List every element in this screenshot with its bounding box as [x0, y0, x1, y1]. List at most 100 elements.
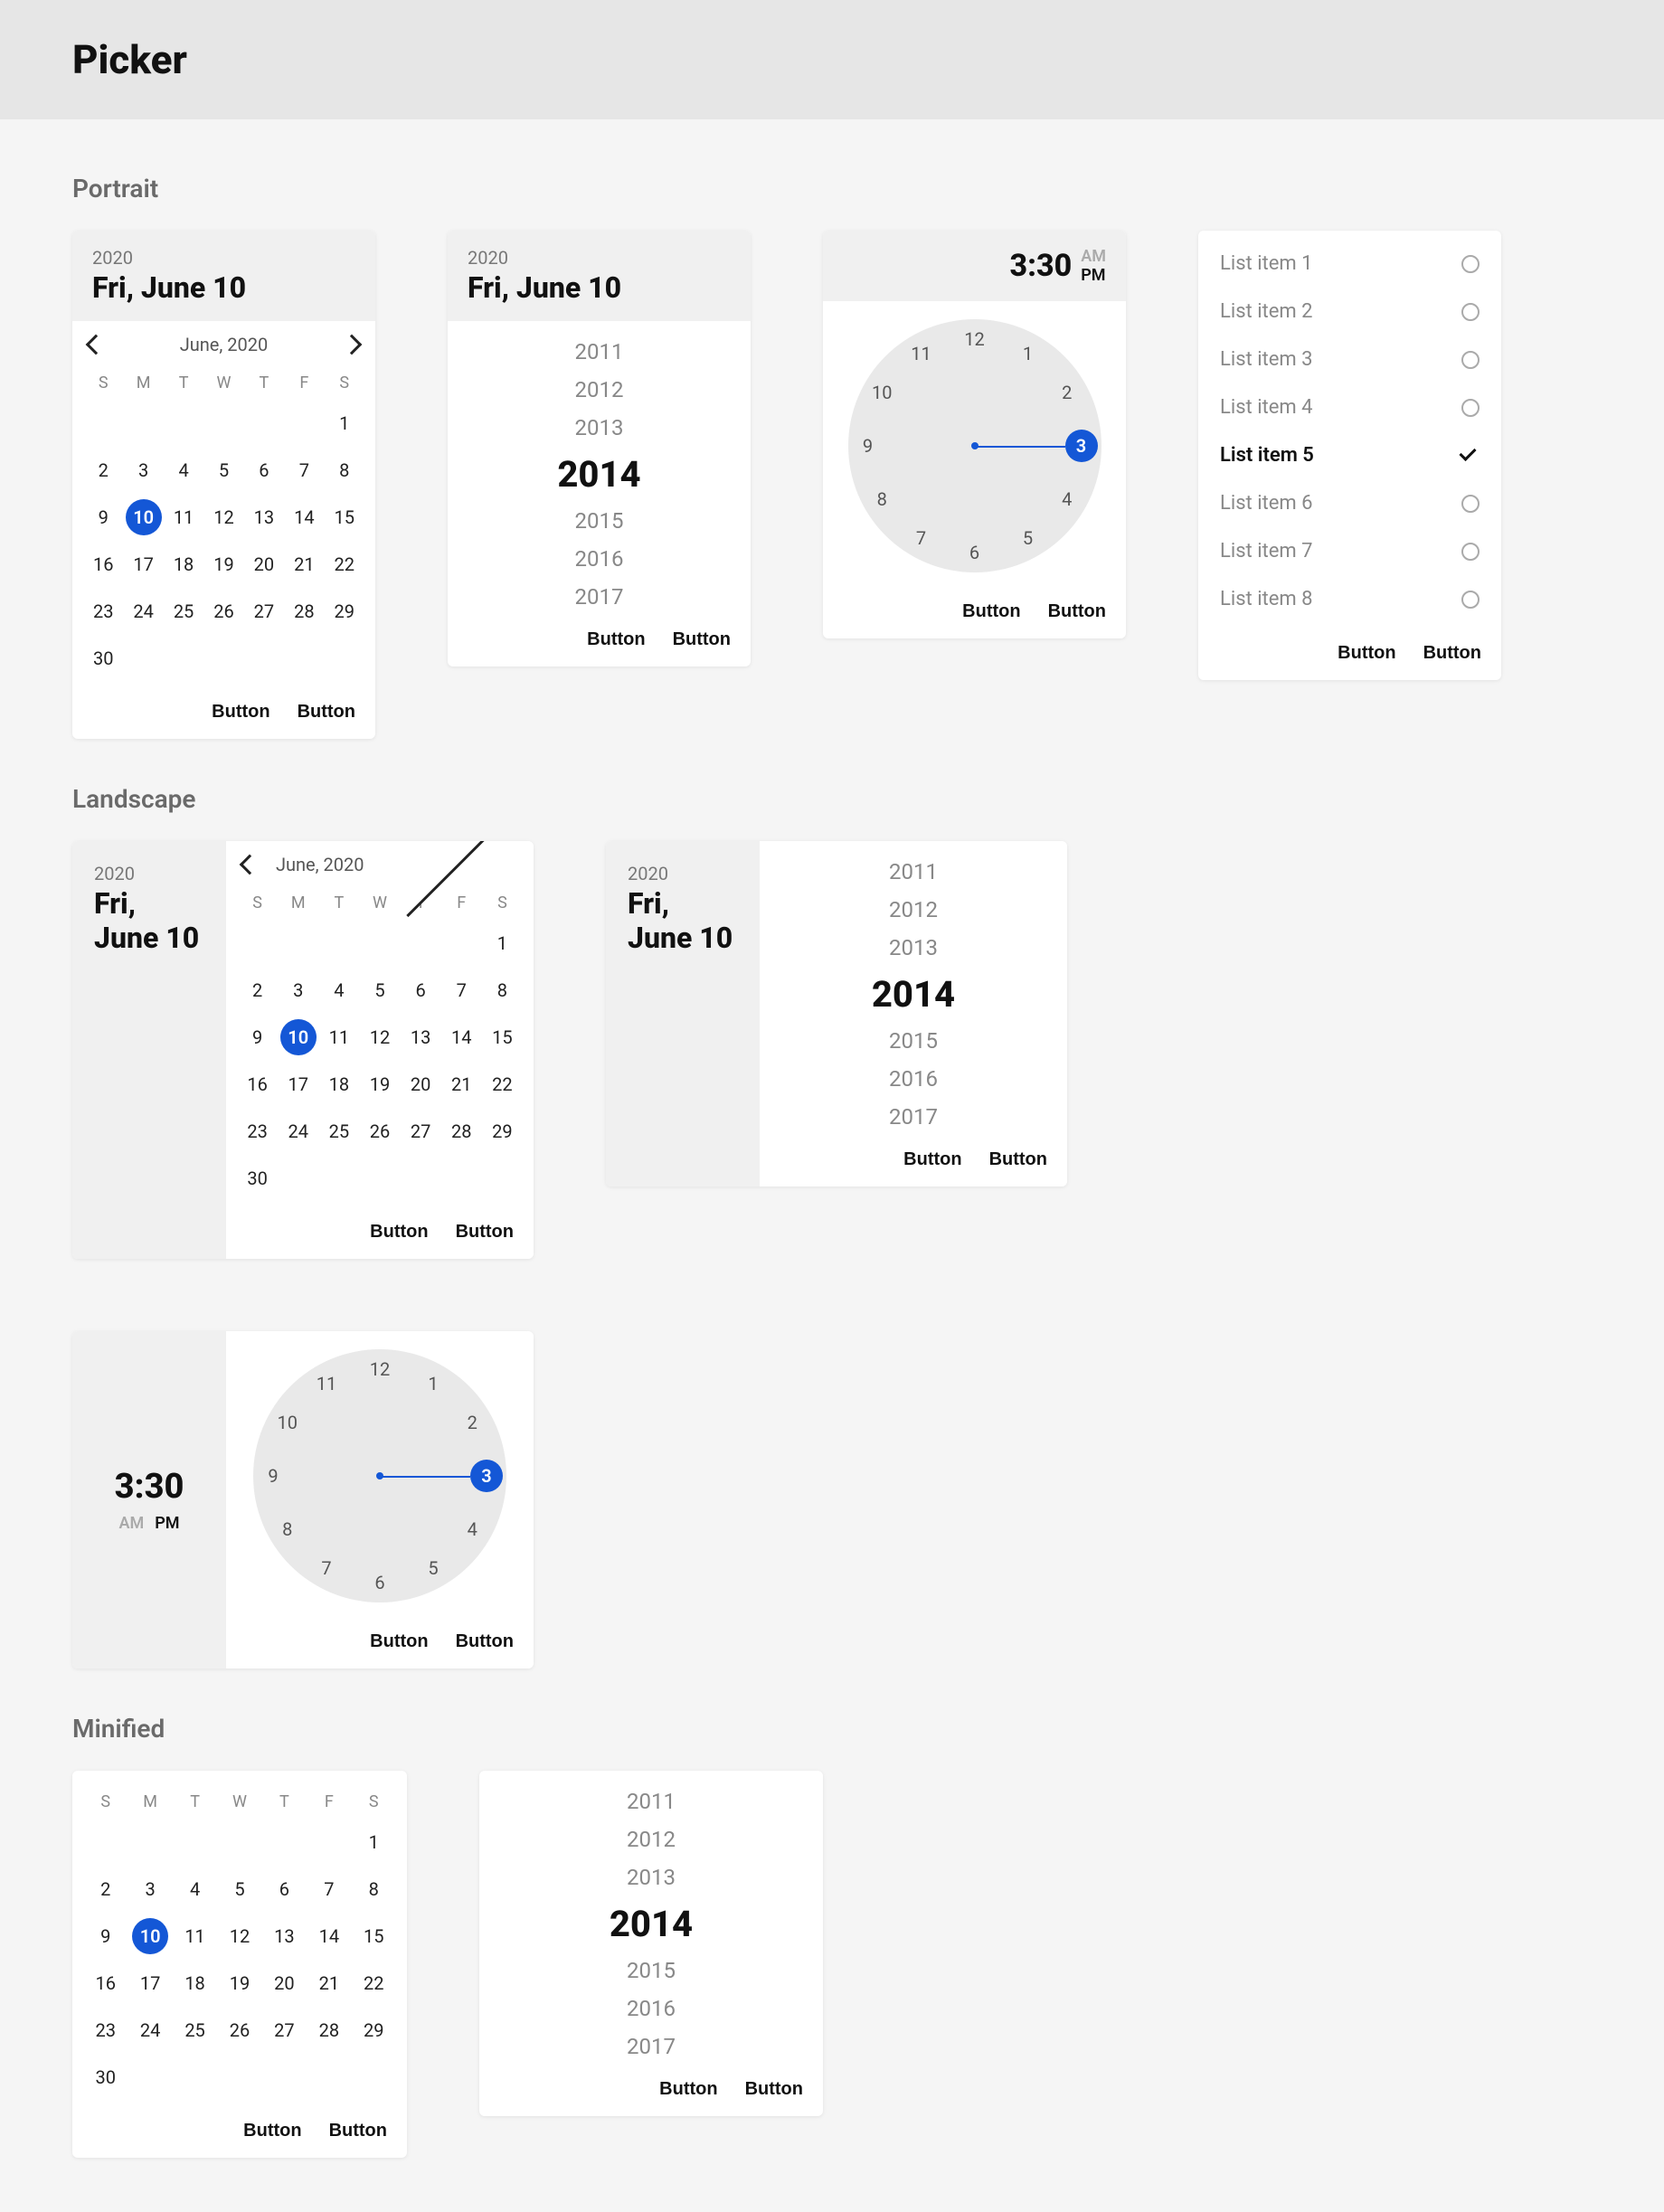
- day-cell[interactable]: 29: [352, 2007, 396, 2054]
- day-cell[interactable]: 7: [284, 447, 324, 494]
- year-option[interactable]: 2012: [627, 1827, 676, 1852]
- clock-time[interactable]: 3:30: [1010, 248, 1073, 284]
- day-cell[interactable]: 14: [307, 1913, 351, 1960]
- day-cell[interactable]: 6: [401, 967, 441, 1014]
- day-cell[interactable]: 1: [482, 920, 523, 967]
- clock-hour[interactable]: 7: [313, 1555, 340, 1582]
- day-cell[interactable]: 1: [352, 1819, 396, 1866]
- day-cell[interactable]: 14: [284, 494, 324, 541]
- footer-button-1[interactable]: Button: [962, 601, 1020, 622]
- day-cell[interactable]: 28: [307, 2007, 351, 2054]
- day-cell[interactable]: 24: [123, 588, 163, 635]
- day-cell[interactable]: 5: [217, 1866, 261, 1913]
- day-cell[interactable]: 24: [128, 2007, 172, 2054]
- day-cell[interactable]: 10: [132, 1918, 168, 1954]
- day-cell[interactable]: 30: [83, 635, 123, 682]
- list-item[interactable]: List item 5: [1198, 431, 1501, 479]
- day-cell[interactable]: 27: [262, 2007, 307, 2054]
- day-cell[interactable]: 22: [325, 541, 364, 588]
- day-cell[interactable]: 29: [325, 588, 364, 635]
- footer-button-1[interactable]: Button: [370, 1222, 428, 1243]
- footer-button-2[interactable]: Button: [673, 629, 731, 650]
- day-cell[interactable]: 24: [278, 1108, 318, 1155]
- day-cell[interactable]: 28: [284, 588, 324, 635]
- clock-hour[interactable]: 4: [1054, 486, 1081, 513]
- day-cell[interactable]: 12: [217, 1913, 261, 1960]
- day-cell[interactable]: 5: [203, 447, 243, 494]
- footer-button-2[interactable]: Button: [329, 2121, 387, 2141]
- list-item[interactable]: List item 3: [1198, 336, 1501, 383]
- header-year[interactable]: 2020: [468, 247, 731, 269]
- year-option[interactable]: 2017: [627, 2034, 676, 2059]
- day-cell[interactable]: 4: [173, 1866, 217, 1913]
- day-cell[interactable]: 12: [203, 494, 243, 541]
- day-cell[interactable]: 26: [217, 2007, 261, 2054]
- day-cell[interactable]: 6: [262, 1866, 307, 1913]
- clock-hour[interactable]: 8: [868, 486, 895, 513]
- year-option[interactable]: 2015: [575, 508, 624, 534]
- am-option[interactable]: AM: [1081, 247, 1106, 266]
- year-option[interactable]: 2016: [575, 546, 624, 572]
- day-cell[interactable]: 18: [173, 1960, 217, 2007]
- clock-hour[interactable]: 8: [274, 1516, 301, 1543]
- day-cell[interactable]: 26: [203, 588, 243, 635]
- day-cell[interactable]: 11: [173, 1913, 217, 1960]
- footer-button-2[interactable]: Button: [745, 2079, 803, 2100]
- header-date[interactable]: Fri, June 10: [628, 886, 738, 955]
- year-option[interactable]: 2014: [872, 973, 955, 1016]
- day-cell[interactable]: 8: [352, 1866, 396, 1913]
- clock-hour[interactable]: 6: [366, 1569, 393, 1596]
- day-cell[interactable]: 2: [83, 447, 123, 494]
- pm-option[interactable]: PM: [1081, 266, 1106, 285]
- day-cell[interactable]: 12: [359, 1014, 400, 1061]
- day-cell[interactable]: 17: [128, 1960, 172, 2007]
- day-cell[interactable]: 23: [83, 588, 123, 635]
- day-cell[interactable]: 9: [83, 1913, 128, 1960]
- day-cell[interactable]: 20: [244, 541, 284, 588]
- footer-button-1[interactable]: Button: [587, 629, 645, 650]
- footer-button-2[interactable]: Button: [1048, 601, 1106, 622]
- header-date[interactable]: Fri, June 10: [94, 886, 204, 955]
- day-cell[interactable]: 30: [83, 2054, 128, 2101]
- clock-hour[interactable]: 11: [313, 1370, 340, 1397]
- day-cell[interactable]: 6: [244, 447, 284, 494]
- footer-button-1[interactable]: Button: [1338, 643, 1395, 664]
- day-cell[interactable]: 18: [164, 541, 203, 588]
- day-cell[interactable]: 11: [318, 1014, 359, 1061]
- day-cell[interactable]: 21: [441, 1061, 482, 1108]
- day-cell[interactable]: 15: [482, 1014, 523, 1061]
- header-date[interactable]: Fri, June 10: [468, 270, 731, 305]
- day-cell[interactable]: 2: [237, 967, 278, 1014]
- day-cell[interactable]: 11: [164, 494, 203, 541]
- day-cell[interactable]: 16: [237, 1061, 278, 1108]
- am-option[interactable]: AM: [118, 1514, 144, 1533]
- day-cell[interactable]: 15: [352, 1913, 396, 1960]
- day-cell[interactable]: 10: [280, 1019, 317, 1055]
- clock-hour[interactable]: 12: [366, 1356, 393, 1383]
- clock-hour[interactable]: 12: [961, 326, 988, 353]
- year-option[interactable]: 2013: [575, 415, 624, 440]
- day-cell[interactable]: 3: [123, 447, 163, 494]
- day-cell[interactable]: 23: [237, 1108, 278, 1155]
- day-cell[interactable]: 13: [244, 494, 284, 541]
- year-option[interactable]: 2015: [627, 1958, 676, 1983]
- footer-button-1[interactable]: Button: [370, 1631, 428, 1652]
- year-option[interactable]: 2014: [557, 453, 640, 496]
- header-year[interactable]: 2020: [92, 247, 355, 269]
- year-option[interactable]: 2011: [889, 859, 938, 884]
- day-cell[interactable]: 10: [126, 499, 162, 535]
- day-cell[interactable]: 28: [441, 1108, 482, 1155]
- day-cell[interactable]: 7: [307, 1866, 351, 1913]
- clock-hour[interactable]: 9: [855, 432, 882, 459]
- day-cell[interactable]: 14: [441, 1014, 482, 1061]
- clock-hour[interactable]: 10: [868, 379, 895, 406]
- list-item[interactable]: List item 4: [1198, 383, 1501, 431]
- year-option[interactable]: 2017: [889, 1104, 938, 1130]
- clock-hour[interactable]: 3: [1065, 430, 1098, 462]
- header-year[interactable]: 2020: [628, 863, 738, 884]
- year-option[interactable]: 2014: [610, 1903, 693, 1945]
- day-cell[interactable]: 3: [278, 967, 318, 1014]
- day-cell[interactable]: 5: [359, 967, 400, 1014]
- day-cell[interactable]: 17: [123, 541, 163, 588]
- day-cell[interactable]: 30: [237, 1155, 278, 1202]
